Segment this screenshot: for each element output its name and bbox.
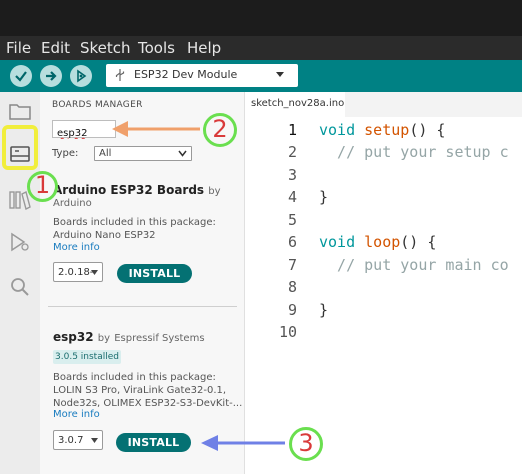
board-selector-label: ESP32 Dev Module: [134, 68, 238, 81]
board-name: esp32: [53, 330, 94, 344]
chevron-down-icon: [178, 150, 187, 157]
code-line: void loop() {: [319, 233, 436, 251]
debug-icon: [77, 69, 87, 83]
board-selector[interactable]: ESP32 Dev Module: [106, 64, 298, 87]
board-caret-icon: [276, 72, 284, 77]
code-editor[interactable]: sketch_nov28a.ino 1 2 3 4 5 6 7 8 9 10 v…: [245, 92, 522, 474]
check-icon: [15, 71, 27, 82]
board-card-title: esp32 by Espressif Systems: [53, 330, 205, 344]
version-select[interactable]: 2.0.18-: [53, 262, 103, 282]
menu-bar: File Edit Sketch Tools Help: [0, 36, 522, 60]
arrow-right-icon: [46, 71, 57, 81]
folder-icon[interactable]: [9, 102, 31, 120]
code-line: }: [319, 188, 329, 206]
code-comment: // put your main co: [319, 256, 509, 274]
line-number: 4: [287, 188, 297, 206]
type-filter-value: All: [99, 148, 112, 159]
line-number: 2: [287, 143, 297, 161]
boards-manager-panel: BOARDS MANAGER Type: All Arduino ESP32 B…: [40, 92, 245, 474]
line-number: 8: [287, 278, 297, 296]
tab-label: sketch_nov28a.ino: [251, 98, 345, 109]
panel-title: BOARDS MANAGER: [52, 100, 143, 110]
line-number: 5: [287, 211, 297, 229]
line-number: 6: [287, 233, 297, 251]
installed-badge: 3.0.5 installed: [53, 350, 121, 364]
verify-button[interactable]: [10, 65, 32, 87]
more-info-link[interactable]: More info: [53, 409, 100, 420]
more-info-link[interactable]: More info: [53, 242, 100, 253]
board-name: Arduino ESP32 Boards: [53, 183, 205, 197]
code-keyword: void: [319, 233, 356, 251]
annotation-number-2: 2: [212, 115, 228, 143]
debug-panel-icon[interactable]: [9, 232, 31, 252]
debug-button[interactable]: [70, 65, 92, 87]
type-filter-select[interactable]: All: [94, 146, 192, 161]
board-desc-line: Boards included in this package:: [53, 372, 216, 383]
upload-button[interactable]: [40, 65, 62, 87]
board-by: by: [208, 186, 221, 197]
tab-sketch[interactable]: sketch_nov28a.ino: [245, 92, 345, 117]
board-card-title: Arduino ESP32 Boards by: [53, 183, 221, 197]
code-function: setup: [364, 121, 410, 139]
editor-tabbar: sketch_nov28a.ino: [245, 92, 522, 117]
line-number: 7: [287, 256, 297, 274]
annotation-number-3: 3: [298, 429, 314, 457]
board-author: Arduino: [53, 198, 92, 209]
install-button[interactable]: INSTALL: [116, 433, 191, 452]
line-number: 1: [287, 121, 297, 139]
line-number: 10: [278, 323, 297, 341]
toolbar: ESP32 Dev Module: [0, 60, 522, 92]
install-button[interactable]: INSTALL: [117, 264, 192, 283]
board-desc-line: Arduino Nano ESP32: [53, 230, 156, 241]
version-select[interactable]: 3.0.7: [53, 430, 103, 450]
board-desc-line: LOLIN S3 Pro, ViraLink Gate32-0.1,: [53, 385, 227, 396]
version-value: 3.0.7: [58, 435, 84, 446]
line-number: 3: [287, 166, 297, 184]
menu-file[interactable]: File: [6, 38, 31, 58]
divider: [48, 306, 237, 307]
code-line: }: [319, 301, 329, 319]
window-titlebar: [0, 0, 522, 36]
boards-icon-highlight: [2, 125, 38, 170]
board-by: by: [97, 333, 111, 344]
line-number: 9: [287, 301, 297, 319]
type-label: Type:: [52, 148, 79, 159]
code-keyword: void: [319, 121, 356, 139]
menu-edit[interactable]: Edit: [41, 38, 70, 58]
chevron-down-icon: [91, 270, 98, 275]
search-icon[interactable]: [9, 276, 31, 298]
board-search-input[interactable]: [53, 125, 115, 142]
code-function: loop: [364, 233, 401, 251]
annotation-number-1: 1: [34, 171, 51, 199]
search-box[interactable]: [52, 120, 116, 142]
menu-sketch[interactable]: Sketch: [80, 38, 131, 58]
usb-icon: [115, 69, 125, 81]
chevron-down-icon: [91, 438, 98, 443]
menu-tools[interactable]: Tools: [138, 38, 175, 58]
menu-help[interactable]: Help: [187, 38, 221, 58]
board-author: Espressif Systems: [114, 333, 205, 344]
code-text: () {: [409, 121, 446, 139]
code-line: void setup() {: [319, 121, 445, 139]
code-comment: // put your setup c: [319, 143, 509, 161]
version-value: 2.0.18-: [58, 267, 94, 278]
code-text: () {: [400, 233, 437, 251]
board-desc-line: Boards included in this package:: [53, 217, 216, 228]
